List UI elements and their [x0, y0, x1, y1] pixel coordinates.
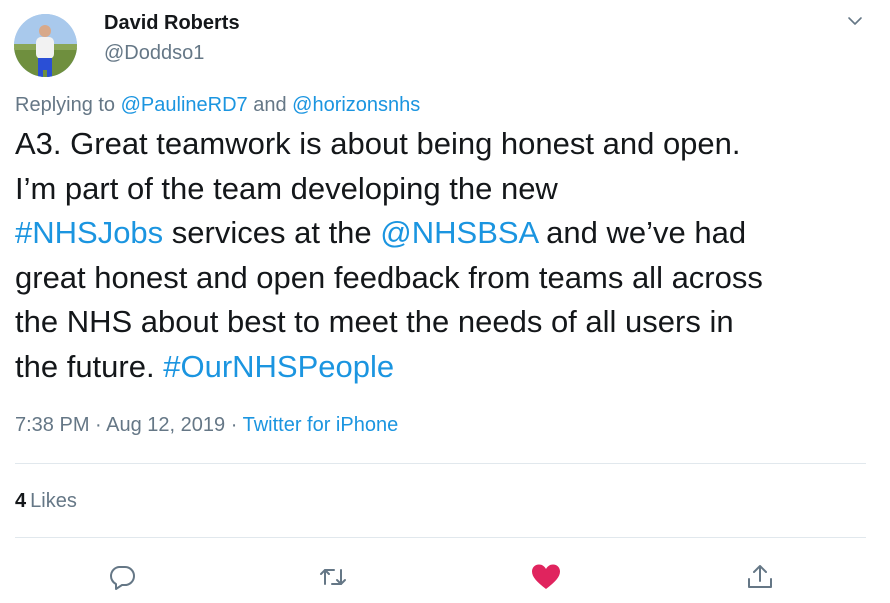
- heart-icon[interactable]: [531, 562, 561, 592]
- replying-to: Replying to @PaulineRD7 and @horizonsnhs: [15, 94, 420, 117]
- replying-prefix: Replying to: [15, 94, 121, 116]
- divider: [15, 463, 866, 464]
- meta-separator: ·: [225, 414, 243, 436]
- reply-icon[interactable]: [107, 562, 137, 592]
- likes-number: 4: [15, 490, 27, 512]
- mention-link[interactable]: @horizonsnhs: [292, 94, 420, 116]
- tweet-date[interactable]: Aug 12, 2019: [106, 414, 225, 436]
- avatar-photo: [14, 14, 77, 77]
- retweet-icon[interactable]: [318, 562, 348, 592]
- likes-count[interactable]: 4 Likes: [15, 490, 77, 513]
- mention-link[interactable]: @PaulineRD7: [121, 94, 248, 116]
- likes-label: Likes: [30, 490, 77, 512]
- tweet-source-link[interactable]: Twitter for iPhone: [243, 414, 399, 436]
- tweet-text: A3. Great teamwork is about being honest…: [15, 122, 875, 389]
- author-name[interactable]: David Roberts: [104, 12, 240, 35]
- tweet-line: A3. Great teamwork is about being honest…: [15, 126, 741, 161]
- avatar[interactable]: [14, 14, 77, 77]
- tweet-time[interactable]: 7:38 PM: [15, 414, 89, 436]
- mention-link[interactable]: @NHSBSA: [380, 215, 537, 250]
- hashtag-link[interactable]: #NHSJobs: [15, 215, 163, 250]
- meta-separator: ·: [89, 414, 107, 436]
- tweet-text-span: the future.: [15, 348, 164, 384]
- tweet-line: I’m part of the team developing the new: [15, 170, 558, 206]
- tweet-text-span: services at the: [163, 215, 381, 250]
- chevron-down-icon[interactable]: [846, 12, 864, 30]
- divider: [15, 537, 866, 538]
- share-icon[interactable]: [745, 562, 775, 592]
- author-handle[interactable]: @Doddso1: [104, 42, 204, 65]
- tweet-line: great honest and open feedback from team…: [15, 259, 763, 295]
- tweet-meta: 7:38 PM · Aug 12, 2019 · Twitter for iPh…: [15, 414, 398, 437]
- tweet-line: #NHSJobs services at the @NHSBSA and we’…: [15, 211, 875, 256]
- replying-and: and: [247, 94, 293, 116]
- tweet-line: the NHS about best to meet the needs of …: [15, 304, 734, 339]
- hashtag-link[interactable]: #OurNHSPeople: [163, 349, 394, 384]
- tweet-line: the future. #OurNHSPeople: [15, 345, 875, 390]
- tweet-text-span: and we’ve had: [537, 215, 747, 250]
